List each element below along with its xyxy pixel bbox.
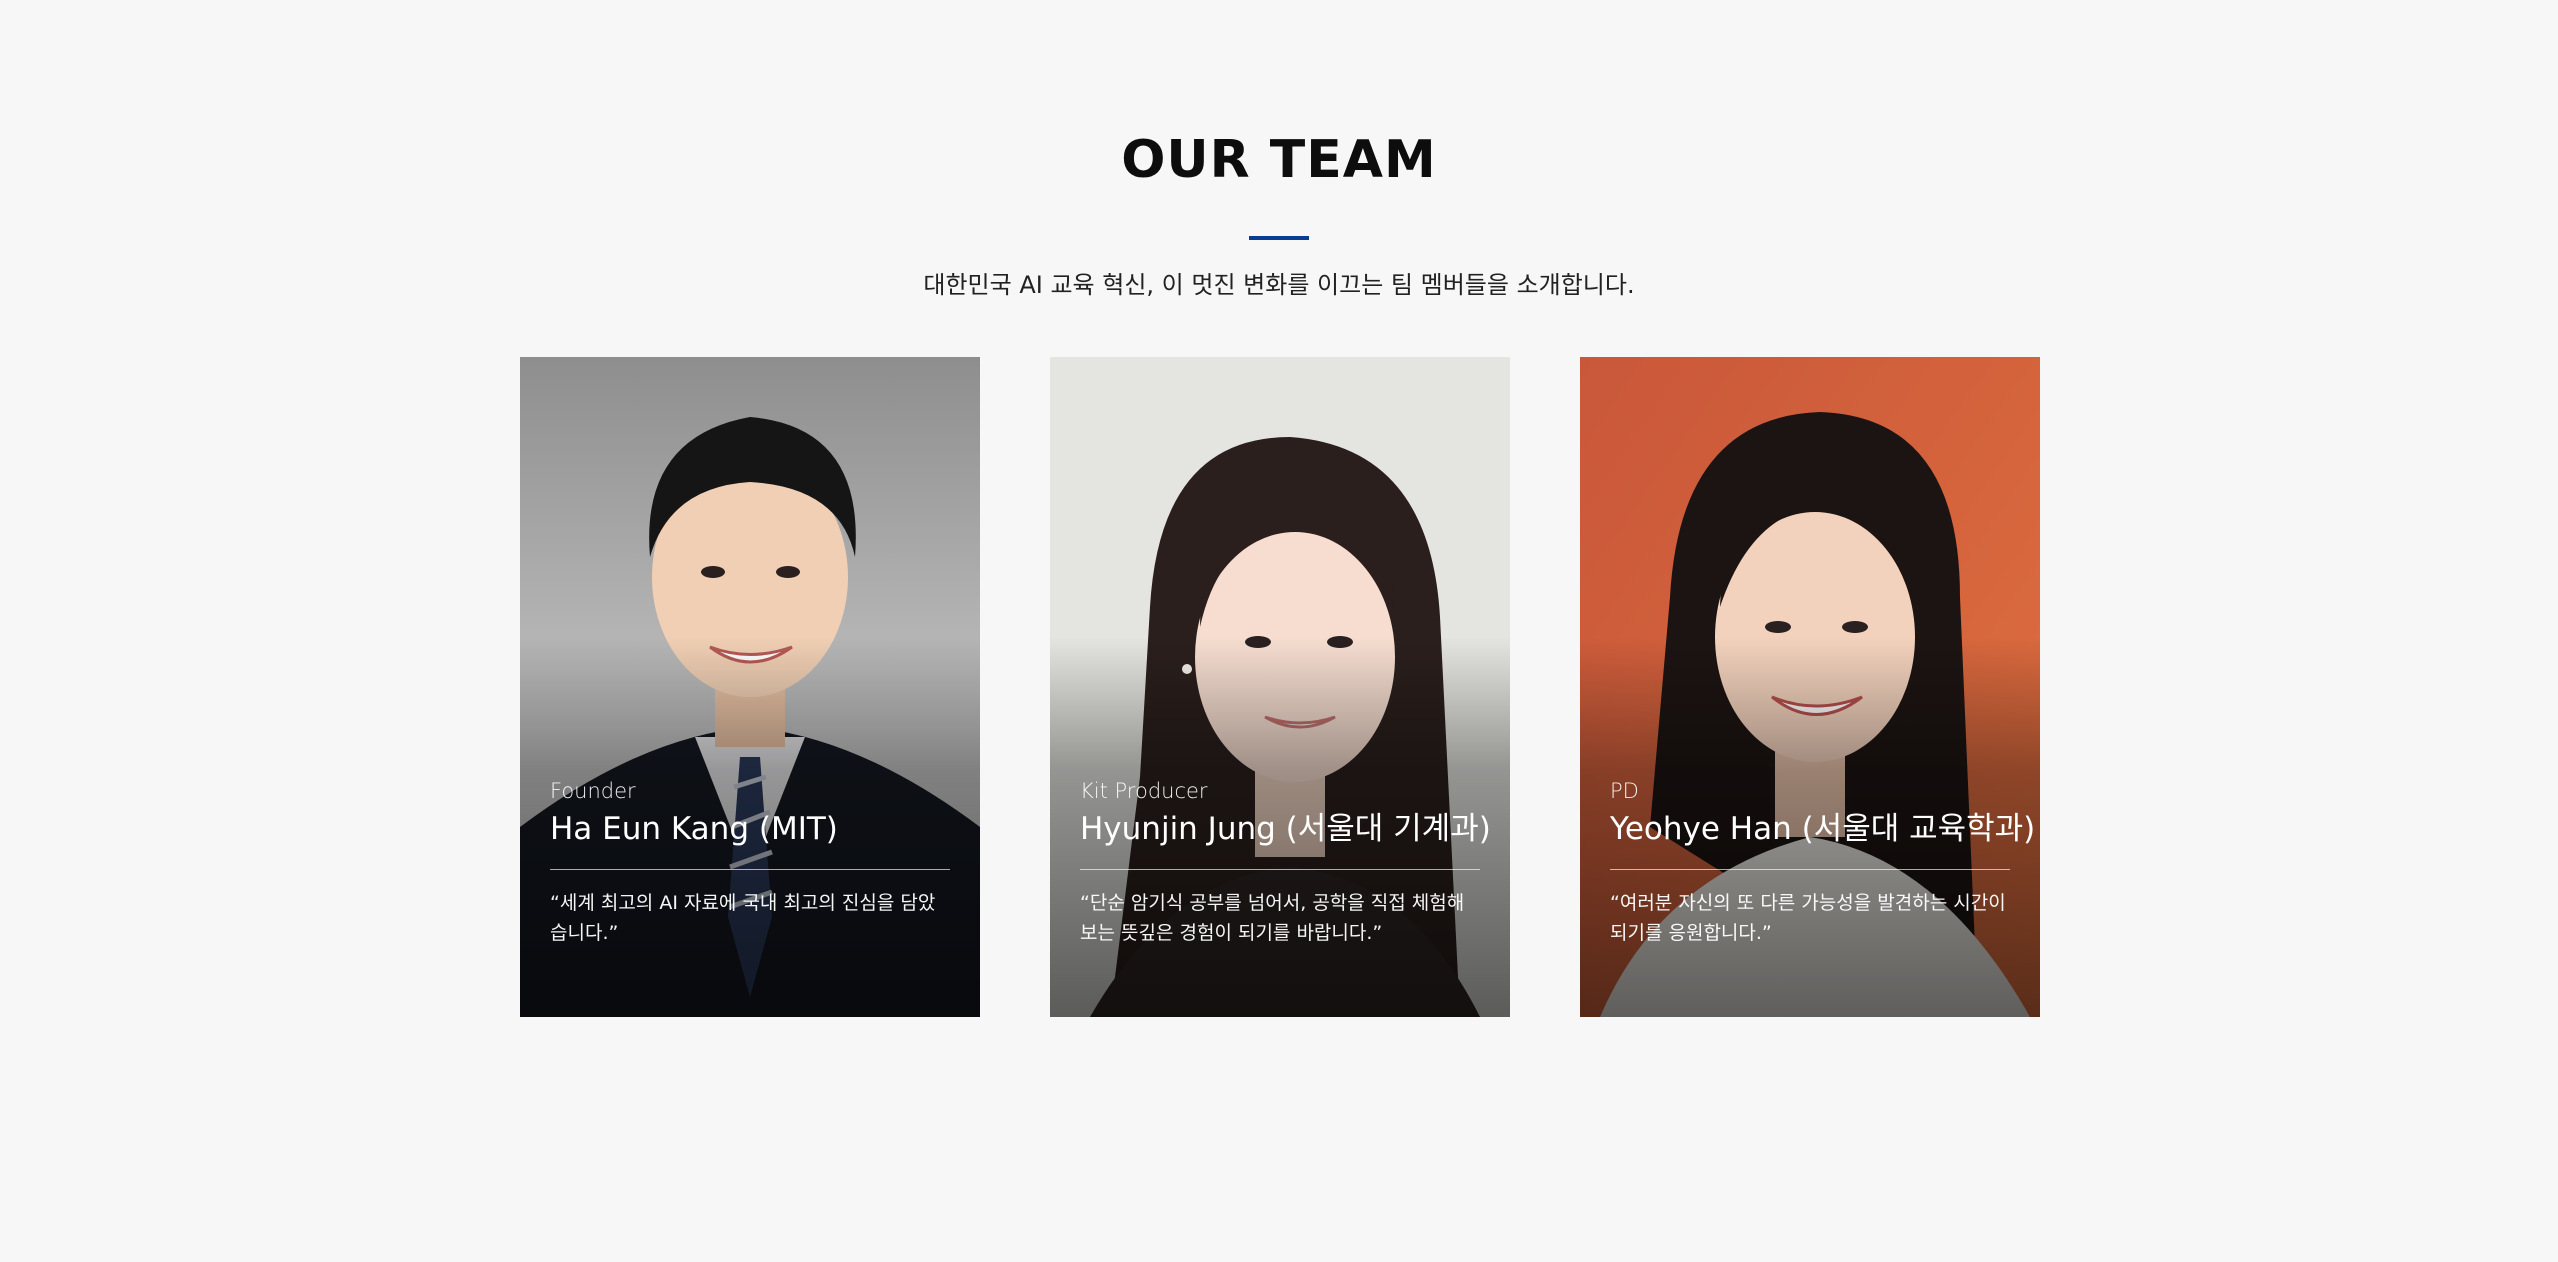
team-card-founder: Founder Ha Eun Kang (MIT) “세계 최고의 AI 자료에… <box>520 357 980 1017</box>
member-name: Ha Eun Kang (MIT) <box>550 811 838 847</box>
team-section: OUR TEAM 대한민국 AI 교육 혁신, 이 멋진 변화를 이끄는 팀 멤… <box>0 0 2558 1262</box>
member-name: Yeohye Han (서울대 교육학과) <box>1610 811 2036 847</box>
title-divider <box>1249 236 1309 240</box>
team-card-pd: PD Yeohye Han (서울대 교육학과) “여러분 자신의 또 다른 가… <box>1580 357 2040 1017</box>
member-quote: “여러분 자신의 또 다른 가능성을 발견하는 시간이 되기를 응원합니다.” <box>1610 892 2006 944</box>
section-subtitle: 대한민국 AI 교육 혁신, 이 멋진 변화를 이끄는 팀 멤버들을 소개합니다… <box>923 271 1635 299</box>
card-info: PD Yeohye Han (서울대 교육학과) “여러분 자신의 또 다른 가… <box>1610 777 2036 948</box>
member-role: Kit Producer <box>1080 779 1208 803</box>
card-info: Founder Ha Eun Kang (MIT) “세계 최고의 AI 자료에… <box>550 777 950 948</box>
member-quote: “세계 최고의 AI 자료에 국내 최고의 진심을 담았습니다.” <box>550 892 936 944</box>
card-divider <box>550 869 950 870</box>
member-name: Hyunjin Jung (서울대 기계과) <box>1080 811 1491 847</box>
card-divider <box>1080 869 1480 870</box>
member-role: Founder <box>550 779 636 803</box>
member-role: PD <box>1610 779 1639 803</box>
section-title: OUR TEAM <box>1121 130 1437 190</box>
card-info: Kit Producer Hyunjin Jung (서울대 기계과) “단순 … <box>1080 777 1491 948</box>
card-divider <box>1610 869 2010 870</box>
team-card-kit-producer: Kit Producer Hyunjin Jung (서울대 기계과) “단순 … <box>1050 357 1510 1017</box>
member-quote: “단순 암기식 공부를 넘어서, 공학을 직접 체험해보는 뜻깊은 경험이 되기… <box>1080 892 1465 944</box>
